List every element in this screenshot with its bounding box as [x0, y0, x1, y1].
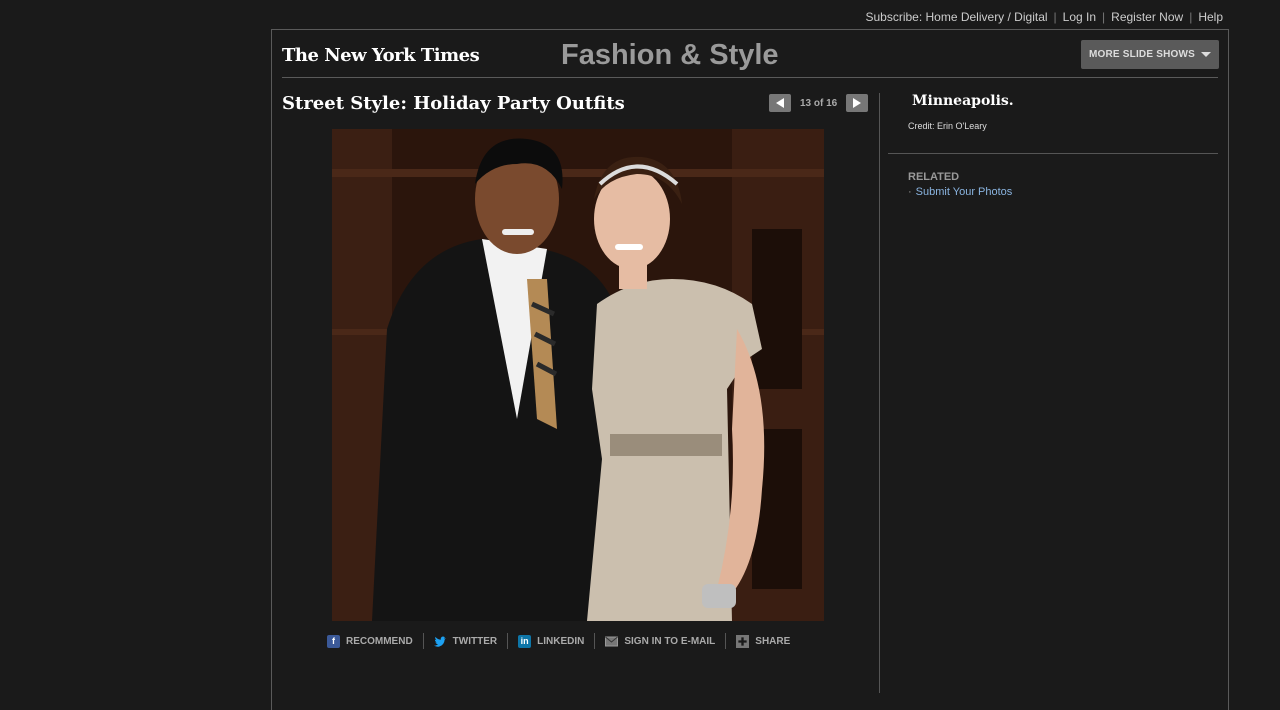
- previous-slide-button[interactable]: [769, 94, 791, 112]
- arrow-right-icon: [853, 98, 862, 108]
- nyt-logo[interactable]: The New York Times: [282, 45, 480, 66]
- bullet-icon: ·: [908, 186, 912, 198]
- plus-icon: [736, 634, 750, 648]
- section-title[interactable]: Fashion & Style: [561, 39, 779, 72]
- top-nav: Subscribe: Home Delivery / Digital | Log…: [865, 10, 1223, 24]
- nav-separator: |: [1189, 10, 1193, 24]
- more-slide-shows-label: MORE SLIDE SHOWS: [1089, 49, 1195, 60]
- slide-counter: 13 of 16: [800, 97, 838, 109]
- next-slide-button[interactable]: [846, 94, 869, 112]
- slide-photo[interactable]: [332, 129, 824, 621]
- envelope-icon: [605, 636, 619, 646]
- slideshow-frame: The New York Times Fashion & Style MORE …: [271, 29, 1229, 710]
- share-separator: [507, 633, 509, 649]
- related-heading: RELATED: [908, 171, 960, 183]
- more-slide-shows-button[interactable]: MORE SLIDE SHOWS: [1081, 40, 1219, 69]
- nav-separator: |: [1102, 10, 1106, 24]
- arrow-left-icon: [776, 98, 784, 108]
- subscribe-link[interactable]: Subscribe: Home Delivery / Digital: [865, 10, 1047, 24]
- nav-separator: |: [1053, 10, 1057, 24]
- twitter-label: TWITTER: [452, 635, 498, 647]
- slideshow-title: Street Style: Holiday Party Outfits: [282, 93, 625, 114]
- share-button[interactable]: SHARE: [736, 634, 791, 648]
- facebook-icon: f: [327, 634, 340, 648]
- chevron-down-icon: [1200, 52, 1211, 57]
- login-link[interactable]: Log In: [1063, 10, 1096, 24]
- recommend-button[interactable]: f RECOMMEND: [327, 634, 413, 648]
- email-button[interactable]: SIGN IN TO E-MAIL: [605, 635, 715, 648]
- slide-pager: 13 of 16: [769, 94, 869, 112]
- header: The New York Times Fashion & Style MORE …: [282, 30, 1219, 78]
- share-toolbar: f RECOMMEND TWITTER in LINKEDIN SIGN IN …: [327, 633, 790, 649]
- photo-credit: Credit: Erin O'Leary: [908, 121, 987, 131]
- help-link[interactable]: Help: [1198, 10, 1223, 24]
- share-separator: [422, 633, 424, 649]
- recommend-label: RECOMMEND: [346, 635, 413, 647]
- submit-photos-label: Submit Your Photos: [915, 186, 1013, 198]
- email-label: SIGN IN TO E-MAIL: [624, 635, 716, 647]
- register-link[interactable]: Register Now: [1111, 10, 1183, 24]
- twitter-icon: [433, 636, 446, 647]
- twitter-button[interactable]: TWITTER: [433, 635, 498, 648]
- linkedin-button[interactable]: in LINKEDIN: [518, 634, 585, 648]
- column-divider: [879, 93, 880, 693]
- caption-divider: [888, 153, 1218, 154]
- photo-illustration: [332, 129, 824, 621]
- caption-location: Minneapolis.: [912, 93, 1014, 109]
- share-separator: [594, 633, 596, 649]
- linkedin-icon: in: [518, 634, 532, 648]
- share-label: SHARE: [755, 635, 791, 647]
- share-separator: [725, 633, 727, 649]
- submit-photos-link[interactable]: · Submit Your Photos: [908, 186, 1012, 198]
- linkedin-label: LINKEDIN: [537, 635, 585, 647]
